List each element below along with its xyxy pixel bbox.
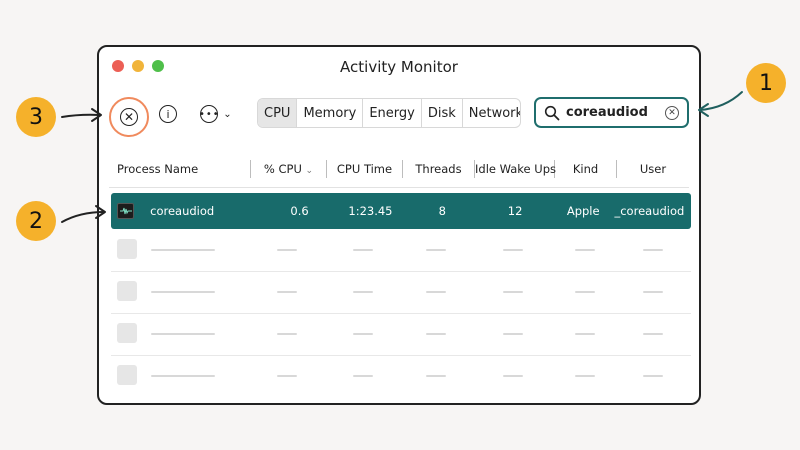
placeholder-text [277,291,297,293]
placeholder-text [151,375,215,377]
x-circle-icon: ✕ [120,108,138,126]
placeholder-text [643,375,663,377]
header-divider [109,187,689,188]
info-button[interactable]: i [157,103,179,125]
col-cpu-time[interactable]: CPU Time [327,160,403,178]
cell-user: _coreaudiod [614,204,685,218]
placeholder-text [503,375,523,377]
placeholder-text [353,333,373,335]
col-process-name[interactable]: Process Name [109,160,251,178]
col-cpu-label: % CPU [263,162,302,176]
placeholder-text [426,291,446,293]
cell-idle-wake-ups: 12 [507,204,523,218]
placeholder-text [277,375,297,377]
tab-disk[interactable]: Disk [422,99,463,127]
placeholder-text [575,333,595,335]
placeholder-text [575,249,595,251]
table-row-selected[interactable]: coreaudiod 0.6 1:23.45 8 12 Apple _corea… [111,193,691,229]
placeholder-text [503,291,523,293]
placeholder-text [353,291,373,293]
process-icon-placeholder [117,323,137,343]
placeholder-text [643,249,663,251]
process-icon-placeholder [117,281,137,301]
placeholder-text [151,291,215,293]
table-row[interactable] [111,229,691,272]
cell-kind: Apple [566,204,600,218]
placeholder-text [277,249,297,251]
activity-monitor-window: Activity Monitor ✕ i ••• ⌄ CPU Memory En… [97,45,701,405]
placeholder-text [151,333,215,335]
placeholder-text [151,249,215,251]
placeholder-text [575,375,595,377]
table-header: Process Name % CPU ⌄ CPU Time Threads Id… [109,155,689,183]
col-user[interactable]: User [617,160,689,178]
callout-badge-2: 2 [16,201,56,241]
callout-badge-3: 3 [16,97,56,137]
placeholder-text [643,333,663,335]
table-row[interactable] [111,313,691,356]
ellipsis-circle-icon: ••• [199,105,219,123]
chevron-down-icon: ⌄ [223,108,232,120]
col-cpu[interactable]: % CPU ⌄ [251,160,327,178]
info-icon: i [159,105,177,123]
placeholder-text [575,291,595,293]
cell-cpu-time: 1:23.45 [348,204,393,218]
cell-cpu: 0.6 [290,204,309,218]
placeholder-text [426,333,446,335]
tab-memory[interactable]: Memory [297,99,364,127]
clear-search-icon[interactable]: ✕ [665,105,679,120]
search-input[interactable]: coreaudiod [566,105,665,120]
search-field[interactable]: coreaudiod ✕ [534,97,689,128]
process-icon-placeholder [117,365,137,385]
tab-network[interactable]: Network [463,99,520,127]
placeholder-text [643,291,663,293]
tab-cpu[interactable]: CPU [258,99,298,127]
cell-process-name: coreaudiod [150,204,215,218]
callout-badge-1: 1 [746,63,786,103]
col-threads[interactable]: Threads [403,160,475,178]
window-title: Activity Monitor [340,58,458,76]
placeholder-text [277,333,297,335]
col-idle-wake-ups[interactable]: Idle Wake Ups [475,160,556,178]
placeholder-text [353,375,373,377]
table-row[interactable] [111,355,691,397]
table-row[interactable] [111,271,691,314]
search-icon [544,105,560,120]
cell-threads: 8 [438,204,446,218]
category-segmented-control: CPU Memory Energy Disk Network [257,98,521,128]
placeholder-text [503,333,523,335]
placeholder-text [503,249,523,251]
placeholder-text [426,249,446,251]
sort-chevron-icon: ⌄ [305,166,314,176]
placeholder-text [353,249,373,251]
tab-energy[interactable]: Energy [363,99,422,127]
placeholder-text [426,375,446,377]
process-icon-placeholder [117,239,137,259]
stop-process-button[interactable]: ✕ [109,97,149,137]
col-kind[interactable]: Kind [555,160,617,178]
process-waveform-icon [117,203,135,219]
more-actions-button[interactable]: ••• ⌄ [195,103,237,125]
